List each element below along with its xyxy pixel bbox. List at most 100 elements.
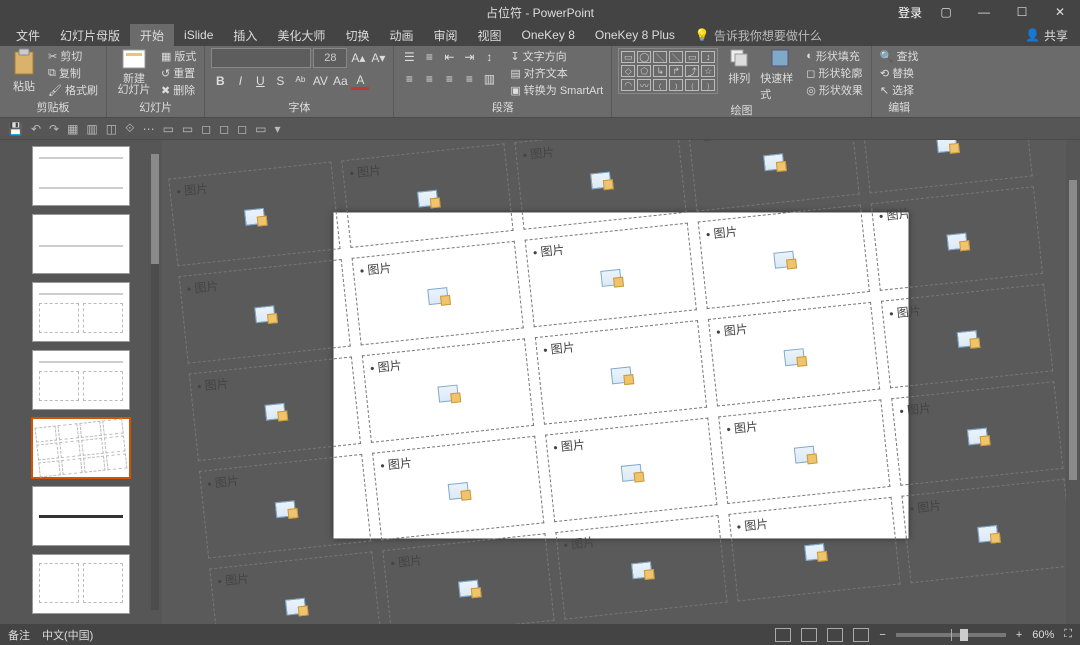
tab-beautify[interactable]: 美化大师 [267,24,335,46]
format-painter-button[interactable]: 🖌格式刷 [46,82,100,98]
bold-button[interactable]: B [211,72,229,90]
picture-placeholder[interactable]: • 图片 [860,140,1032,193]
qat-icon-7[interactable]: ▭ [182,122,193,136]
text-direction-button[interactable]: ↧文字方向 [508,48,605,64]
thumbnail-4[interactable] [32,350,130,410]
minimize-icon[interactable]: — [970,0,998,24]
qat-icon-11[interactable]: ▭ [255,122,266,136]
numbering-button[interactable]: ≡ [420,48,438,66]
picture-placeholder[interactable]: • 图片 [545,418,717,523]
delete-button[interactable]: ✖删除 [159,82,198,98]
picture-placeholder[interactable]: • 图片 [728,497,900,602]
login-link[interactable]: 登录 [898,4,922,21]
share-button[interactable]: 👤 共享 [1013,24,1080,46]
zoom-in-icon[interactable]: + [1016,629,1022,641]
layout-button[interactable]: ▦版式 [159,48,198,64]
thumbnail-5[interactable] [32,418,130,478]
thumbnail-6[interactable] [32,486,130,546]
picture-placeholder[interactable]: • 图片 [881,284,1053,389]
italic-button[interactable]: I [231,72,249,90]
qat-icon-9[interactable]: ◻ [219,122,229,136]
thumbnail-2[interactable] [32,214,130,274]
thumbnail-1[interactable] [32,146,130,206]
shapes-gallery[interactable]: ▭◯＼＼▭↕ ◇⬠↳↱⤴☆ ◠〰﹙﹚﹛﹜ [618,48,718,94]
smartart-button[interactable]: ▣转换为 SmartArt [508,82,605,98]
qat-icon-5[interactable]: ⋯ [143,122,155,136]
picture-placeholder[interactable]: • 图片 [708,302,880,407]
qat-icon-12[interactable]: ▾ [275,122,281,136]
picture-placeholder[interactable]: • 图片 [525,223,697,328]
shape-fill-button[interactable]: ◐形状填充 [804,48,865,64]
thumbnails-scrollbar[interactable] [148,140,162,624]
indent-inc-button[interactable]: ⇥ [460,48,478,66]
shape-outline-button[interactable]: ◻形状轮廓 [804,65,865,81]
tab-home[interactable]: 开始 [130,24,174,46]
indent-dec-button[interactable]: ⇤ [440,48,458,66]
undo-icon[interactable]: ↶ [31,122,41,136]
thumbnail-7[interactable] [32,554,130,614]
picture-placeholder[interactable]: • 图片 [179,259,351,364]
qat-icon-4[interactable]: ⟐ [125,121,134,136]
picture-placeholder[interactable]: • 图片 [514,140,686,230]
picture-placeholder[interactable]: • 图片 [698,204,870,309]
tab-file[interactable]: 文件 [6,24,50,46]
find-button[interactable]: 🔍查找 [878,48,921,64]
redo-icon[interactable]: ↷ [49,122,59,136]
tab-transition[interactable]: 切换 [335,24,379,46]
align-center-button[interactable]: ≡ [420,70,438,88]
paste-button[interactable]: 粘贴 [6,48,42,94]
qat-icon-1[interactable]: ▦ [67,122,78,136]
picture-placeholder[interactable]: • 图片 [168,162,340,267]
tab-slidemaster[interactable]: 幻灯片母版 [50,24,130,46]
reading-view-icon[interactable] [827,628,843,642]
spacing-button[interactable]: AV [311,72,329,90]
tab-insert[interactable]: 插入 [223,24,267,46]
slideshow-view-icon[interactable] [853,628,869,642]
zoom-out-icon[interactable]: − [879,629,885,641]
tab-onekey8[interactable]: OneKey 8 [512,24,585,46]
save-icon[interactable]: 💾 [8,122,23,136]
picture-placeholder[interactable]: • 图片 [362,338,534,443]
quick-styles-button[interactable]: 快速样式 [760,48,800,102]
decrease-font-icon[interactable]: A▾ [369,49,387,67]
picture-placeholder[interactable]: • 图片 [341,143,513,248]
picture-placeholder[interactable]: • 图片 [891,381,1063,486]
normal-view-icon[interactable] [775,628,791,642]
font-color-button[interactable]: A [351,72,369,90]
picture-placeholder[interactable]: • 图片 [352,241,524,346]
cut-button[interactable]: ✂剪切 [46,48,100,64]
qat-icon-8[interactable]: ◻ [201,122,211,136]
shadow-button[interactable]: ᴬᵇ [291,72,309,90]
font-family-select[interactable] [211,48,311,68]
maximize-icon[interactable]: ☐ [1008,0,1036,24]
reset-button[interactable]: ↺重置 [159,65,198,81]
tab-view[interactable]: 视图 [467,24,511,46]
notes-button[interactable]: 备注 [8,627,30,643]
qat-icon-2[interactable]: ▥ [86,122,97,136]
canvas-scrollbar[interactable] [1066,140,1080,624]
align-right-button[interactable]: ≡ [440,70,458,88]
picture-placeholder[interactable]: • 图片 [199,454,371,559]
picture-placeholder[interactable]: • 图片 [372,436,544,541]
picture-placeholder[interactable]: • 图片 [189,356,361,461]
align-left-button[interactable]: ≡ [400,70,418,88]
close-icon[interactable]: ✕ [1046,0,1074,24]
qat-icon-10[interactable]: ◻ [237,122,247,136]
case-button[interactable]: Aa [331,72,349,90]
underline-button[interactable]: U [251,72,269,90]
shape-effects-button[interactable]: ◎形状效果 [804,82,865,98]
arrange-button[interactable]: 排列 [722,48,756,86]
increase-font-icon[interactable]: A▴ [349,49,367,67]
picture-placeholder[interactable]: • 图片 [555,515,727,620]
select-button[interactable]: ↖选择 [878,82,921,98]
align-text-button[interactable]: ▤对齐文本 [508,65,605,81]
picture-placeholder[interactable]: • 图片 [382,533,554,624]
ribbon-display-icon[interactable]: ▢ [932,0,960,24]
tell-me-input[interactable]: 💡 告诉我你想要做什么 [695,24,822,46]
picture-placeholder[interactable]: • 图片 [209,551,381,624]
tab-animation[interactable]: 动画 [379,24,423,46]
qat-icon-6[interactable]: ▭ [163,122,174,136]
tab-review[interactable]: 审阅 [423,24,467,46]
linespace-button[interactable]: ↕ [480,48,498,66]
picture-placeholder[interactable]: • 图片 [718,399,890,504]
